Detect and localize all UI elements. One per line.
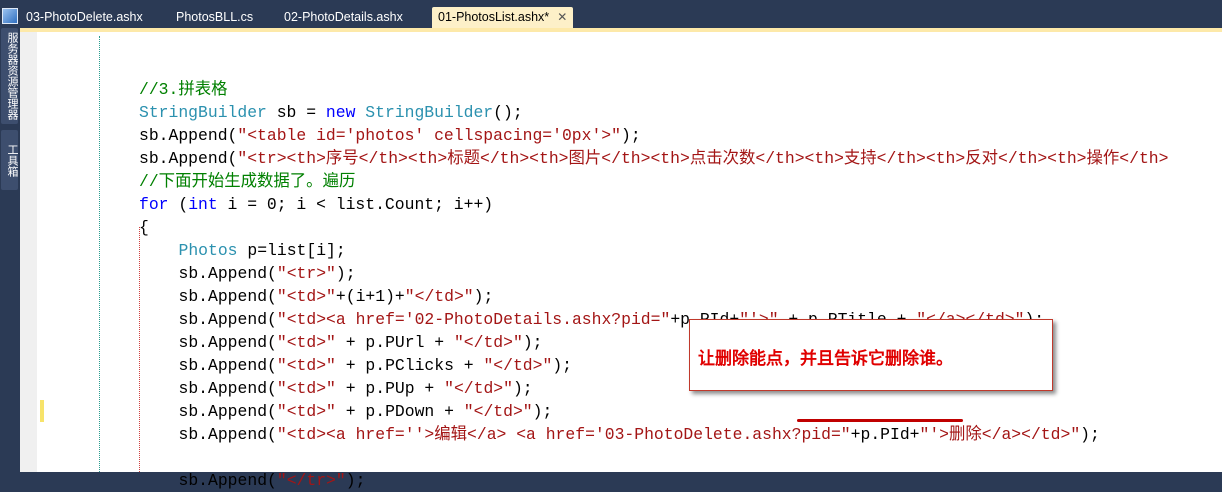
- code-token-plain: );: [473, 287, 494, 306]
- code-token-plain: + p.PClicks +: [335, 356, 484, 375]
- code-token-plain: sb.Append(: [178, 425, 277, 444]
- code-token-plain: +p.PId+: [850, 425, 920, 444]
- code-token-string: "</tr>": [276, 471, 346, 490]
- code-token-string: "</td>": [463, 402, 533, 421]
- code-token-plain: + p.PDown +: [335, 402, 464, 421]
- code-token-plain: sb.Append(: [178, 287, 277, 306]
- code-token-plain: );: [345, 471, 366, 490]
- document-tabs: 03-PhotoDelete.ashx PhotosBLL.cs 02-Phot…: [20, 0, 1222, 28]
- code-token-string: "<td>": [276, 356, 336, 375]
- code-token-plain: );: [335, 264, 356, 283]
- code-token-plain: );: [532, 402, 553, 421]
- code-token-type: Photos: [178, 241, 238, 260]
- code-token-keyword: new: [325, 103, 356, 122]
- code-token-plain: );: [522, 333, 543, 352]
- close-icon[interactable]: ✕: [557, 10, 567, 24]
- code-line: sb.Append("</tr>");: [139, 469, 1168, 492]
- code-text[interactable]: //3.拼表格 StringBuilder sb = new StringBuil…: [139, 55, 1168, 492]
- code-line: //3.拼表格: [139, 78, 1168, 101]
- code-token-type: StringBuilder: [365, 103, 494, 122]
- code-token-comment: //下面开始生成数据了。遍历: [139, 172, 356, 191]
- code-token-string: "<table id='photos' cellspacing='0px'>": [237, 126, 621, 145]
- annotation-callout: 让删除能点，并且告诉它删除谁。: [689, 319, 1053, 391]
- code-line: Photos p=list[i];: [139, 239, 1168, 262]
- code-line: for (int i = 0; i < list.Count; i++): [139, 193, 1168, 216]
- code-line: {: [139, 216, 1168, 239]
- code-line: sb.Append("<tr>");: [139, 262, 1168, 285]
- code-token-keyword: int: [188, 195, 218, 214]
- toolbox-tab[interactable]: 工具箱: [1, 130, 19, 190]
- code-token-plain: sb.Append(: [178, 356, 277, 375]
- code-token-plain: sb =: [266, 103, 326, 122]
- tab-photo-delete[interactable]: 03-PhotoDelete.ashx: [20, 7, 149, 28]
- code-token-plain: sb.Append(: [139, 149, 238, 168]
- code-token-string: "</td>": [483, 356, 553, 375]
- server-explorer-icon[interactable]: [2, 8, 18, 24]
- code-token-plain: {: [139, 218, 149, 237]
- code-token-string: "<tr><th>序号</th><th>标题</th><th>图片</th><t…: [237, 149, 1169, 168]
- tab-photo-details[interactable]: 02-PhotoDetails.ashx: [278, 7, 409, 28]
- code-line: sb.Append("<td>" + p.PDown + "</td>");: [139, 400, 1168, 423]
- indicator-margin: [20, 32, 37, 472]
- code-line: sb.Append("<td>"+(i+1)+"</td>");: [139, 285, 1168, 308]
- code-token-string: "<td><a href='02-PhotoDetails.ashx?pid=": [276, 310, 671, 329]
- code-token-plain: + p.PUp +: [335, 379, 445, 398]
- code-token-plain: p=list[i];: [237, 241, 346, 260]
- left-dock: 服务器资源管理器 工具箱: [0, 0, 20, 472]
- code-token-plain: sb.Append(: [178, 310, 277, 329]
- code-line: //下面开始生成数据了。遍历: [139, 170, 1168, 193]
- code-token-plain: sb.Append(: [178, 333, 277, 352]
- annotation-underline: [797, 419, 963, 422]
- code-token-plain: sb.Append(: [178, 402, 277, 421]
- code-token-plain: sb.Append(: [178, 379, 277, 398]
- code-token-plain: ();: [493, 103, 523, 122]
- annotation-text: 让删除能点，并且告诉它删除谁。: [698, 349, 953, 369]
- code-token-plain: (: [168, 195, 189, 214]
- code-token-string: "<tr>": [276, 264, 336, 283]
- tab-label: 01-PhotosList.ashx*: [438, 10, 550, 24]
- code-token-string: "</td>": [453, 333, 523, 352]
- code-line: sb.Append("<td><a href=''>编辑</a> <a href…: [139, 423, 1168, 446]
- code-token-string: "<td>": [276, 333, 336, 352]
- code-token-plain: sb.Append(: [178, 471, 277, 490]
- code-token-plain: i = 0; i < list.Count; i++): [217, 195, 494, 214]
- indent-guide: [99, 36, 100, 472]
- code-token-plain: sb.Append(: [178, 264, 277, 283]
- code-token-type: StringBuilder: [139, 103, 267, 122]
- tab-photos-list[interactable]: 01-PhotosList.ashx* ✕: [432, 7, 574, 28]
- tab-photos-bll[interactable]: PhotosBLL.cs: [170, 7, 259, 28]
- code-token-string: "<td>": [276, 402, 336, 421]
- code-token-string: "</td>": [444, 379, 513, 398]
- code-token-plain: );: [552, 356, 572, 375]
- code-line: sb.Append("<tr><th>序号</th><th>标题</th><th…: [139, 147, 1168, 170]
- code-token-keyword: for: [139, 195, 169, 214]
- code-line: StringBuilder sb = new StringBuilder();: [139, 101, 1168, 124]
- code-token-plain: );: [620, 126, 641, 145]
- change-marker: [40, 400, 44, 422]
- code-token-comment: //3.拼表格: [139, 80, 228, 99]
- code-token-plain: );: [1080, 425, 1100, 444]
- code-token-string: "</td>": [404, 287, 474, 306]
- code-token-plain: + p.PUrl +: [335, 333, 454, 352]
- code-editor[interactable]: //3.拼表格 StringBuilder sb = new StringBuil…: [20, 28, 1222, 490]
- code-line: sb.Append("<table id='photos' cellspacin…: [139, 124, 1168, 147]
- server-explorer-tab[interactable]: 服务器资源管理器: [1, 28, 19, 124]
- code-token-string: "<td>": [276, 287, 336, 306]
- code-token-plain: sb.Append(: [139, 126, 238, 145]
- code-token-string: "<td>": [276, 379, 336, 398]
- code-token-string: "'>删除</a></td>": [919, 425, 1081, 444]
- code-token-plain: );: [512, 379, 533, 398]
- code-token-plain: +(i+1)+: [335, 287, 405, 306]
- code-token-string: "<td><a href=''>编辑</a> <a href='03-Photo…: [276, 425, 851, 444]
